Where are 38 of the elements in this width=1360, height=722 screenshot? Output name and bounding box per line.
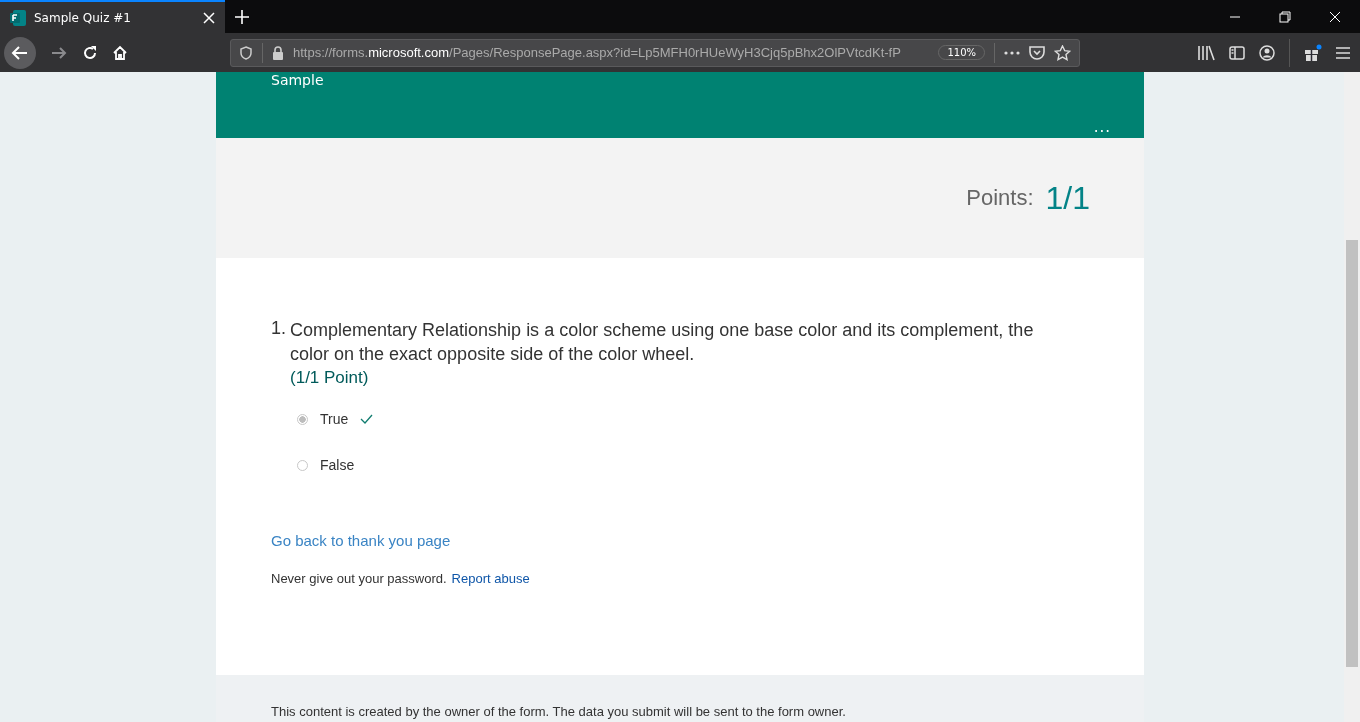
- back-link[interactable]: Go back to thank you page: [271, 532, 1089, 549]
- form-title: Sample: [271, 72, 324, 88]
- back-icon[interactable]: [4, 36, 36, 69]
- footer-text: This content is created by the owner of the form. The data you submit will be sent to the form owner.: [216, 675, 1144, 722]
- forms-logo-icon: [10, 9, 26, 26]
- question-number: 1.: [271, 318, 286, 340]
- close-icon[interactable]: [203, 11, 215, 24]
- home-icon[interactable]: [112, 44, 128, 61]
- pocket-icon[interactable]: [1029, 45, 1045, 60]
- close-icon[interactable]: [1329, 10, 1341, 23]
- more-options-button[interactable]: ...: [1093, 118, 1111, 136]
- option-label: True: [320, 411, 349, 427]
- report-abuse-link[interactable]: Report abuse: [451, 571, 530, 586]
- star-icon[interactable]: [1054, 44, 1071, 61]
- sidebar-icon[interactable]: [1229, 45, 1245, 60]
- menu-icon[interactable]: [1336, 46, 1350, 59]
- scrollbar[interactable]: [1344, 72, 1360, 722]
- reload-icon[interactable]: [82, 44, 98, 61]
- browser-tab[interactable]: Sample Quiz #1: [0, 0, 225, 33]
- question-text: Complementary Relationship is a color scheme using one base color and its complement, the color on the exact opposite side of the color wheel.: [290, 319, 1035, 366]
- new-tab-icon[interactable]: [235, 9, 249, 24]
- gift-icon[interactable]: [1304, 43, 1322, 62]
- restore-icon[interactable]: [1279, 10, 1291, 23]
- shield-icon: [239, 45, 253, 60]
- option-label: False: [320, 457, 355, 473]
- points-label: Points:: [966, 185, 1034, 211]
- library-icon[interactable]: [1197, 44, 1215, 61]
- tab-title: Sample Quiz #1: [34, 10, 132, 25]
- notice-text: Never give out your password.: [271, 571, 447, 586]
- url-text: https://forms.microsoft.com/Pages/ResponsePage.aspx?id=Lp5MFH0rHUeWyH3Cjq5pBhx2OlPVtcdKt-fP: [293, 45, 902, 60]
- more-icon[interactable]: [1004, 50, 1020, 55]
- points-value: 1/1: [1045, 179, 1090, 217]
- address-bar[interactable]: https://forms.microsoft.com/Pages/ResponsePage.aspx?id=Lp5MFH0rHUeWyH3Cjq5pBhx2OlPVtcdKt-fP 110%: [230, 38, 1080, 67]
- question-score: (1/1 Point): [290, 368, 370, 388]
- radio-button[interactable]: [297, 413, 308, 425]
- lock-icon: [272, 45, 284, 60]
- radio-button[interactable]: [297, 459, 308, 471]
- account-icon[interactable]: [1259, 44, 1275, 61]
